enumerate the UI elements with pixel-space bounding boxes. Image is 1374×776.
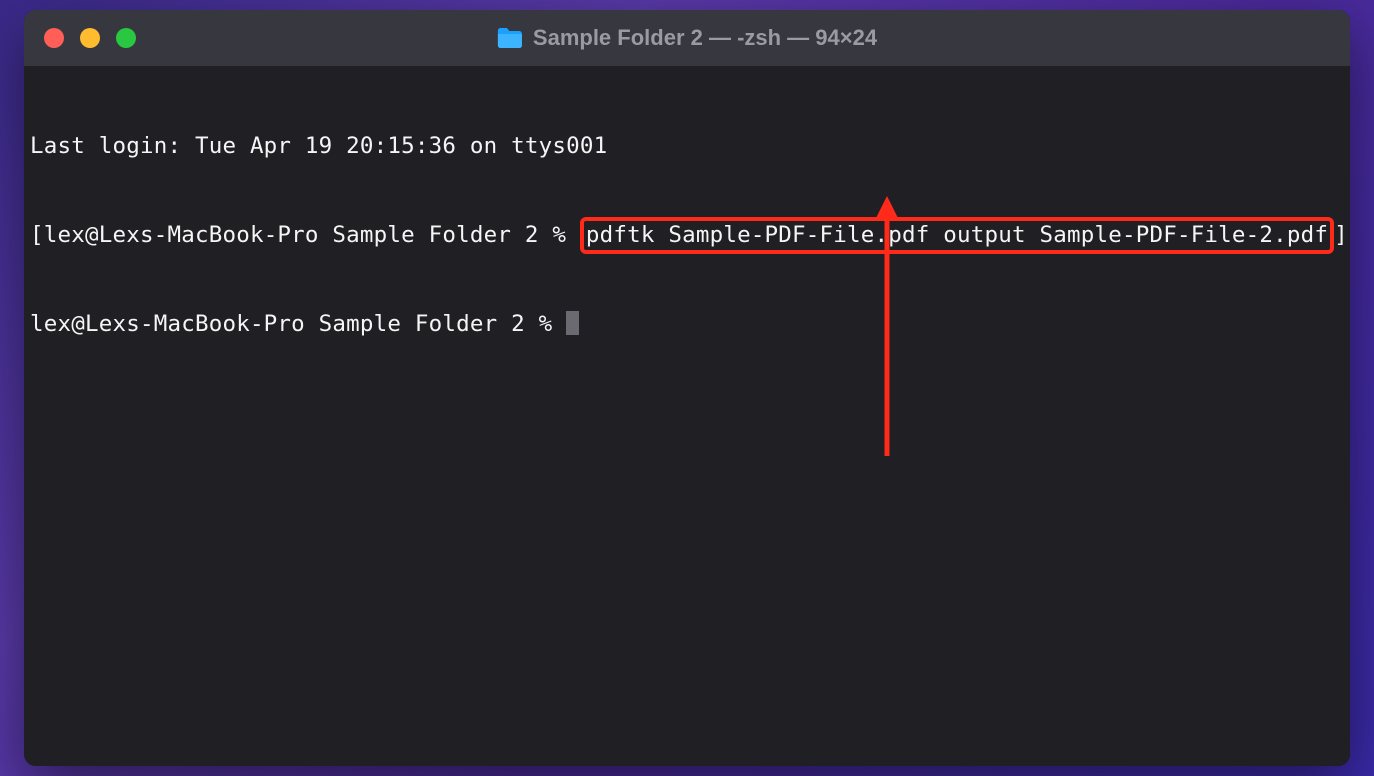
- window-title-text: Sample Folder 2 — -zsh — 94×24: [533, 25, 877, 51]
- bracket-close: ]: [1334, 222, 1348, 248]
- minimize-button[interactable]: [80, 28, 100, 48]
- folder-icon: [497, 27, 523, 49]
- fullscreen-button[interactable]: [116, 28, 136, 48]
- command-text: pdftk Sample-PDF-File.pdf output Sample-…: [586, 222, 1328, 248]
- terminal-line-command: [lex@Lexs-MacBook-Pro Sample Folder 2 % …: [30, 219, 1344, 252]
- prompt-text: lex@Lexs-MacBook-Pro Sample Folder 2 %: [30, 311, 566, 337]
- terminal-cursor: [566, 311, 579, 335]
- terminal-body[interactable]: Last login: Tue Apr 19 20:15:36 on ttys0…: [24, 66, 1350, 766]
- close-button[interactable]: [44, 28, 64, 48]
- traffic-lights: [24, 28, 136, 48]
- window-title: Sample Folder 2 — -zsh — 94×24: [497, 25, 877, 51]
- command-highlight-annotation: pdftk Sample-PDF-File.pdf output Sample-…: [580, 217, 1334, 254]
- terminal-line-last-login: Last login: Tue Apr 19 20:15:36 on ttys0…: [30, 132, 1344, 161]
- titlebar[interactable]: Sample Folder 2 — -zsh — 94×24: [24, 10, 1350, 66]
- bracket-open: [: [30, 222, 44, 248]
- prompt-text: lex@Lexs-MacBook-Pro Sample Folder 2 %: [44, 222, 580, 248]
- terminal-window: Sample Folder 2 — -zsh — 94×24 Last logi…: [24, 10, 1350, 766]
- terminal-line-current-prompt: lex@Lexs-MacBook-Pro Sample Folder 2 %: [30, 310, 1344, 339]
